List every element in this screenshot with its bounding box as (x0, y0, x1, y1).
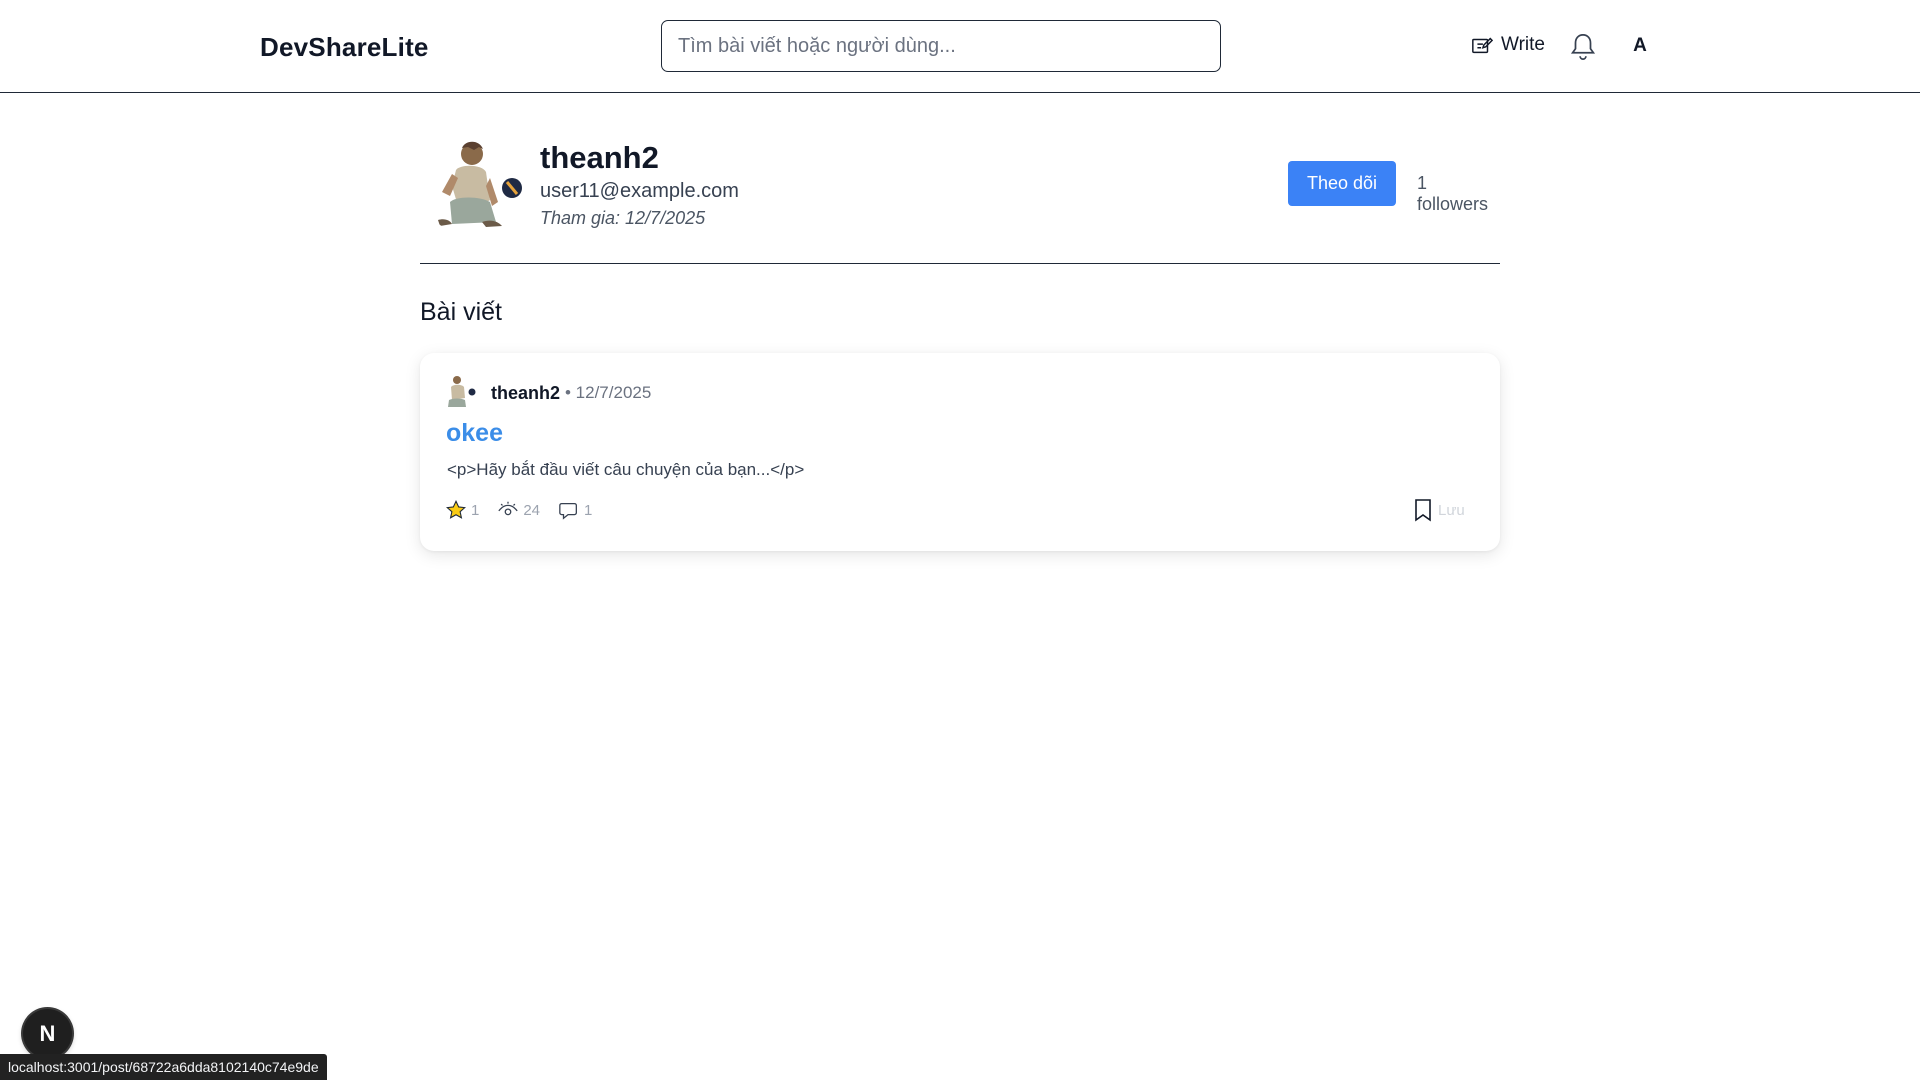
views-count: 24 (523, 501, 541, 519)
write-button[interactable]: Write (1471, 34, 1545, 56)
save-label: Lưu (1438, 501, 1465, 519)
post-author-name[interactable]: theanh2 (491, 383, 560, 404)
eye-icon (498, 501, 519, 516)
post-author-avatar-image (448, 376, 476, 407)
top-navbar: DevShareLite Write A (0, 0, 1920, 93)
profile-joined-date: Tham gia: 12/7/2025 (540, 208, 706, 228)
views-stat: 24 (497, 499, 540, 521)
comments-stat[interactable]: 1 (558, 499, 592, 521)
brand-logo[interactable]: DevShareLite (260, 32, 429, 63)
profile-header: theanh2 user11@example.com Tham gia: 12/… (420, 130, 1500, 264)
save-post-button[interactable]: Lưu (1413, 498, 1465, 522)
profile-avatar (420, 132, 524, 236)
write-label: Write (1501, 34, 1545, 55)
write-icon (1472, 37, 1493, 54)
post-excerpt: <p>Hãy bắt đầu viết câu chuyện của bạn..… (447, 460, 805, 479)
dev-tools-badge[interactable]: N (23, 1009, 72, 1058)
bell-icon (1570, 34, 1596, 60)
comments-count: 1 (584, 501, 593, 519)
post-title-link[interactable]: okee (446, 419, 503, 448)
star-stat[interactable]: 1 (445, 499, 479, 521)
post-card[interactable]: theanh2 • 12/7/2025 okee <p>Hãy bắt đầu … (420, 353, 1500, 551)
posts-section-title: Bài viết (420, 298, 502, 326)
post-stats: 1 24 1 (445, 499, 610, 521)
profile-email: user11@example.com (540, 180, 739, 202)
post-date: • 12/7/2025 (565, 383, 652, 402)
user-menu-avatar[interactable]: A (1626, 35, 1654, 59)
search-input[interactable] (661, 20, 1221, 72)
status-bar-url: localhost:3001/post/68722a6dda8102140c74… (0, 1054, 327, 1080)
star-icon (446, 499, 466, 519)
follow-button[interactable]: Theo dõi (1288, 161, 1396, 206)
notifications-button[interactable] (1569, 32, 1597, 67)
profile-avatar-image (420, 132, 524, 236)
followers-count[interactable]: 1 followers (1417, 173, 1500, 215)
post-author-avatar (446, 374, 476, 408)
bookmark-icon (1415, 499, 1431, 522)
star-count: 1 (471, 501, 480, 519)
comment-icon (559, 502, 578, 520)
profile-username: theanh2 (540, 140, 659, 175)
